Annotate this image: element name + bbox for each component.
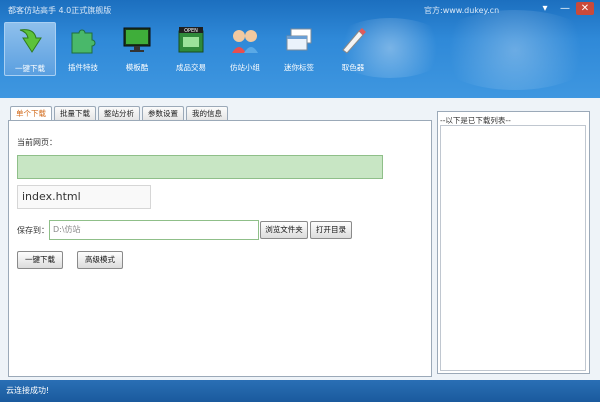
tool-label: 成品交易 [176,63,206,72]
tool-color-picker[interactable]: 取色器 [326,22,380,74]
download-arrow-icon [19,29,42,53]
save-path-label: 保存到： [17,226,49,235]
advanced-mode-button[interactable]: 高级模式 [77,251,123,269]
tool-label: 仿站小组 [230,63,260,72]
toolbar: 一键下载 插件特技 模板酷 OPEN 成品交易 仿站小组 迷你标签 取色器 [4,22,380,76]
open-shop-icon: OPEN [178,27,204,53]
tab-settings[interactable]: 参数设置 [142,106,184,121]
tab-batch-download[interactable]: 批量下载 [54,106,96,121]
tool-label: 迷你标签 [284,63,314,72]
window-title: 都客仿站高手 4.0正式旗舰版 [8,6,112,15]
tool-template[interactable]: 模板酷 [110,22,164,74]
tool-label: 取色器 [341,63,365,72]
monitor-icon [123,27,151,52]
status-bar: 云连接成功! [0,380,600,402]
tool-label: 模板酷 [125,63,149,72]
download-list-panel: --以下是已下载列表-- [437,111,590,374]
windows-icon [286,28,312,51]
tool-mini-tabs[interactable]: 迷你标签 [272,22,326,74]
tab-content: 当前网页： index.html 保存到： D:\仿站 浏览文件夹 打开目录 一… [8,120,432,377]
open-directory-button[interactable]: 打开目录 [310,221,352,239]
puzzle-icon [71,29,96,54]
tool-label: 插件特技 [68,63,98,72]
download-list[interactable] [440,125,586,371]
minimize-button[interactable]: — [556,2,574,15]
tab-my-info[interactable]: 我的信息 [186,106,228,121]
header-bar: 都客仿站高手 4.0正式旗舰版 官方:www.dukey.cn ▾ — ✕ 一键… [0,0,600,98]
filename-field[interactable]: index.html [17,185,151,209]
status-text: 云连接成功! [6,386,50,395]
color-picker-icon [342,28,366,54]
menu-dropdown-button[interactable]: ▾ [536,2,554,15]
tool-one-click-download[interactable]: 一键下载 [4,22,56,76]
url-input[interactable] [17,155,383,179]
save-path-input[interactable]: D:\仿站 [49,220,259,240]
download-button[interactable]: 一键下载 [17,251,63,269]
window-controls: ▾ — ✕ [536,2,594,15]
tool-plugin[interactable]: 插件特技 [56,22,110,74]
tool-team[interactable]: 仿站小组 [218,22,272,74]
url-label: 当前网页： [17,138,57,147]
browse-folder-button[interactable]: 浏览文件夹 [260,221,308,239]
main-panel: 单个下载 批量下载 整站分析 参数设置 我的信息 当前网页： index.htm… [4,100,432,377]
close-button[interactable]: ✕ [576,2,594,15]
tab-site-analysis[interactable]: 整站分析 [98,106,140,121]
team-icon [232,30,258,53]
website-label: 官方:www.dukey.cn [424,6,500,15]
svg-text:OPEN: OPEN [184,28,198,34]
app-window: 都客仿站高手 4.0正式旗舰版 官方:www.dukey.cn ▾ — ✕ 一键… [0,0,600,402]
tool-label: 一键下载 [15,64,45,73]
tool-marketplace[interactable]: OPEN 成品交易 [164,22,218,74]
